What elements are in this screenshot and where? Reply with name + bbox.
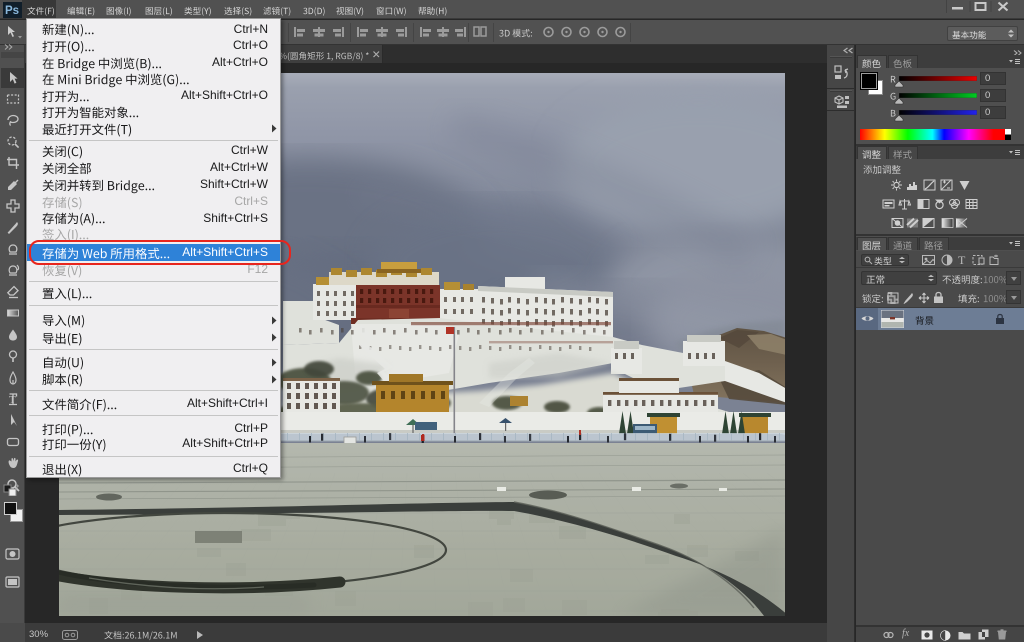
svg-text:Ps: Ps xyxy=(5,5,19,17)
svg-text:T: T xyxy=(958,253,966,266)
svg-text:T: T xyxy=(9,394,16,406)
